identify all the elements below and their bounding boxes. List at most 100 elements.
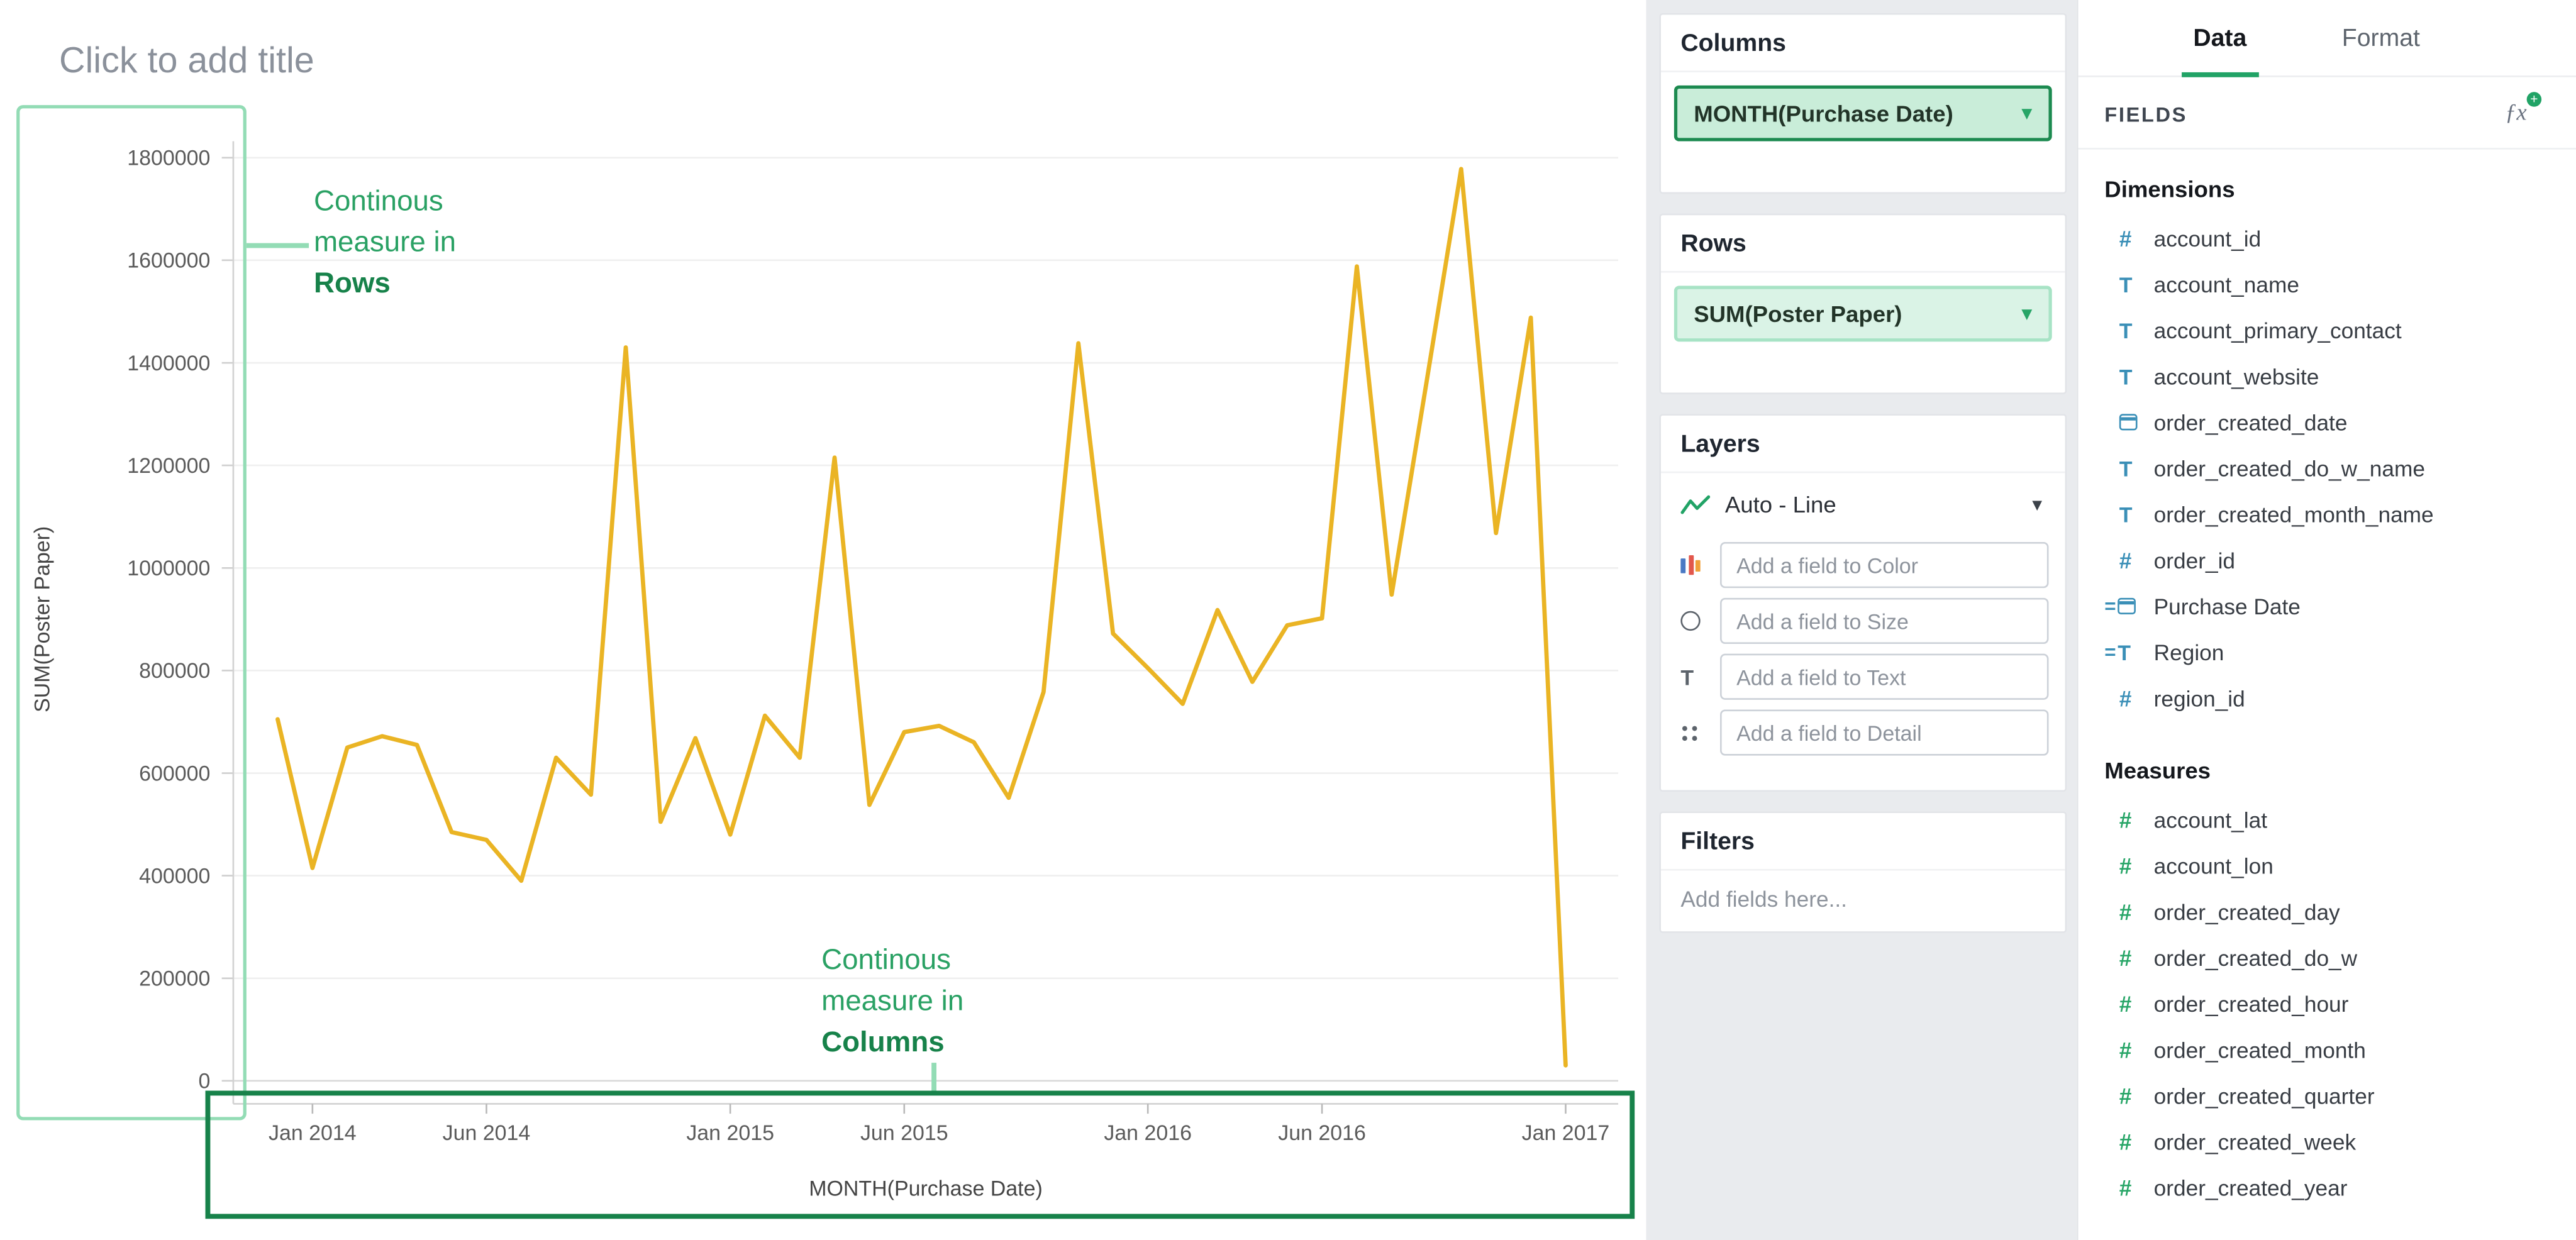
- app-window: Click to add title 020000040000060000080…: [0, 0, 2576, 1240]
- text-well-row: T Add a field to Text: [1661, 654, 2065, 700]
- measure-field-order_created_week[interactable]: #order_created_week: [2104, 1119, 2550, 1165]
- panel-tabs: Data Format: [2078, 0, 2576, 77]
- chart-canvas: Click to add title 020000040000060000080…: [0, 0, 1646, 1240]
- field-name: order_created_month: [2154, 1038, 2366, 1062]
- text-well-placeholder: Add a field to Text: [1736, 665, 1906, 689]
- dimension-field-Purchase Date[interactable]: =Purchase Date: [2104, 583, 2550, 629]
- color-well-row: Add a field to Color: [1661, 542, 2065, 588]
- measure-field-order_created_year[interactable]: #order_created_year: [2104, 1165, 2550, 1210]
- chevron-down-icon[interactable]: ▾: [2021, 301, 2032, 327]
- field-icon-group: #: [2104, 945, 2153, 970]
- tab-data[interactable]: Data: [2193, 0, 2246, 75]
- data-panel: Data Format FIELDS ƒx+ Dimensions #accou…: [2077, 0, 2576, 1240]
- field-icon-group: T: [2104, 318, 2153, 342]
- columns-note-line: measure in: [821, 981, 963, 1022]
- measures-list: #account_lat#account_lon#order_created_d…: [2104, 797, 2550, 1210]
- number-hash-icon: #: [2119, 807, 2132, 832]
- field-icon-group: #: [2104, 1129, 2153, 1154]
- color-field-well[interactable]: Add a field to Color: [1720, 542, 2048, 588]
- field-name: order_created_quarter: [2154, 1083, 2375, 1108]
- field-name: account_lat: [2154, 807, 2267, 832]
- text-type-icon: T: [2118, 639, 2131, 664]
- field-name: account_id: [2154, 226, 2262, 250]
- field-name: order_created_month_name: [2154, 502, 2434, 526]
- chevron-down-icon[interactable]: ▾: [2032, 493, 2042, 516]
- number-hash-icon: #: [2119, 226, 2132, 250]
- dimensions-list: # account_id Taccount_nameTaccount_primary…: [2104, 215, 2550, 721]
- field-icon-group: #: [2104, 1175, 2153, 1200]
- field-icon-group: #: [2104, 686, 2153, 711]
- add-calculated-field-icon[interactable]: ƒx+: [2505, 102, 2527, 128]
- color-icon: [1680, 555, 1720, 575]
- color-well-placeholder: Add a field to Color: [1736, 553, 1918, 577]
- measure-field-order_created_hour[interactable]: #order_created_hour: [2104, 981, 2550, 1027]
- dimension-field-account_id[interactable]: # account_id: [2104, 215, 2550, 261]
- calendar-icon: [2118, 598, 2136, 614]
- text-type-icon: T: [2119, 272, 2133, 296]
- field-icon-group: #: [2104, 899, 2153, 924]
- rows-annotation-text: Continous measure in Rows: [314, 180, 456, 304]
- detail-well-placeholder: Add a field to Detail: [1736, 720, 1921, 745]
- rows-shelf-card: Rows SUM(Poster Paper) ▾: [1659, 214, 2067, 394]
- measure-field-account_lon[interactable]: #account_lon: [2104, 843, 2550, 888]
- chevron-down-icon[interactable]: ▾: [2021, 100, 2032, 126]
- dimension-field-account_website[interactable]: Taccount_website: [2104, 353, 2550, 399]
- dimension-field-order_id[interactable]: #order_id: [2104, 537, 2550, 583]
- size-icon: [1680, 611, 1720, 631]
- number-hash-icon: #: [2119, 1175, 2132, 1200]
- field-icon-group: #: [2104, 853, 2153, 878]
- field-name: Purchase Date: [2154, 594, 2301, 618]
- measure-field-order_created_day[interactable]: #order_created_day: [2104, 888, 2550, 934]
- filters-drop-zone[interactable]: Add fields here...: [1661, 870, 2065, 927]
- shelves-panel: Columns MONTH(Purchase Date) ▾ Rows SUM(…: [1646, 0, 2076, 1240]
- measure-field-order_created_do_w[interactable]: #order_created_do_w: [2104, 934, 2550, 980]
- field-icon-group: #: [2104, 548, 2153, 572]
- fields-list: Dimensions #account_idTaccount_nameTacco…: [2078, 150, 2576, 1211]
- measures-label: Measures: [2104, 757, 2550, 783]
- text-icon: T: [1680, 665, 1720, 689]
- measure-field-account_lat[interactable]: # account_lat: [2104, 797, 2550, 843]
- field-icon-group: T: [2104, 502, 2153, 526]
- columns-shelf-card: Columns MONTH(Purchase Date) ▾: [1659, 13, 2067, 194]
- columns-pill[interactable]: MONTH(Purchase Date) ▾: [1674, 86, 2052, 141]
- columns-annotation-box: [206, 1091, 1635, 1219]
- field-name: account_lon: [2154, 853, 2273, 878]
- calculated-field-equals-icon: =: [2104, 641, 2116, 664]
- dimension-field-account_name[interactable]: Taccount_name: [2104, 261, 2550, 307]
- dimension-field-order_created_do_w_name[interactable]: Torder_created_do_w_name: [2104, 445, 2550, 491]
- number-hash-icon: #: [2119, 945, 2132, 970]
- fields-header-row: FIELDS ƒx+: [2078, 77, 2576, 150]
- field-icon-group: #: [2104, 1083, 2153, 1108]
- columns-pill-label: MONTH(Purchase Date): [1694, 100, 1953, 126]
- text-field-well[interactable]: Add a field to Text: [1720, 654, 2048, 700]
- field-name: order_created_day: [2154, 899, 2340, 924]
- dimension-field-Region[interactable]: =TRegion: [2104, 629, 2550, 675]
- field-icon-group: =: [2104, 595, 2153, 618]
- dimensions-label: Dimensions: [2104, 176, 2550, 202]
- layers-header: Layers: [1661, 416, 2065, 473]
- dimension-field-region_id[interactable]: #region_id: [2104, 675, 2550, 721]
- field-name: order_created_date: [2154, 410, 2348, 435]
- filters-header: Filters: [1661, 813, 2065, 870]
- tab-format[interactable]: Format: [2342, 0, 2420, 75]
- dimension-field-account_primary_contact[interactable]: Taccount_primary_contact: [2104, 307, 2550, 353]
- rows-pill[interactable]: SUM(Poster Paper) ▾: [1674, 286, 2052, 342]
- measure-field-order_created_month[interactable]: #order_created_month: [2104, 1027, 2550, 1073]
- fields-header: FIELDS: [2104, 104, 2187, 127]
- rows-note-emphasis: Rows: [314, 263, 456, 304]
- text-type-icon: T: [2119, 364, 2133, 389]
- dimension-field-order_created_month_name[interactable]: Torder_created_month_name: [2104, 491, 2550, 537]
- rows-annotation-box: [16, 105, 247, 1120]
- number-hash-icon: #: [2119, 686, 2132, 711]
- mark-type-selector[interactable]: Auto - Line ▾: [1661, 473, 2065, 532]
- detail-field-well[interactable]: Add a field to Detail: [1720, 709, 2048, 755]
- dimension-field-order_created_date[interactable]: order_created_date: [2104, 399, 2550, 445]
- measure-field-order_created_quarter[interactable]: #order_created_quarter: [2104, 1073, 2550, 1119]
- field-name: order_created_week: [2154, 1129, 2357, 1154]
- size-field-well[interactable]: Add a field to Size: [1720, 598, 2048, 644]
- rows-note-line: Continous: [314, 180, 456, 221]
- rows-pill-label: SUM(Poster Paper): [1694, 301, 1902, 327]
- text-type-icon: T: [2119, 502, 2133, 526]
- field-icon-group: #: [2104, 991, 2153, 1016]
- line-chart-icon: [1680, 494, 1710, 515]
